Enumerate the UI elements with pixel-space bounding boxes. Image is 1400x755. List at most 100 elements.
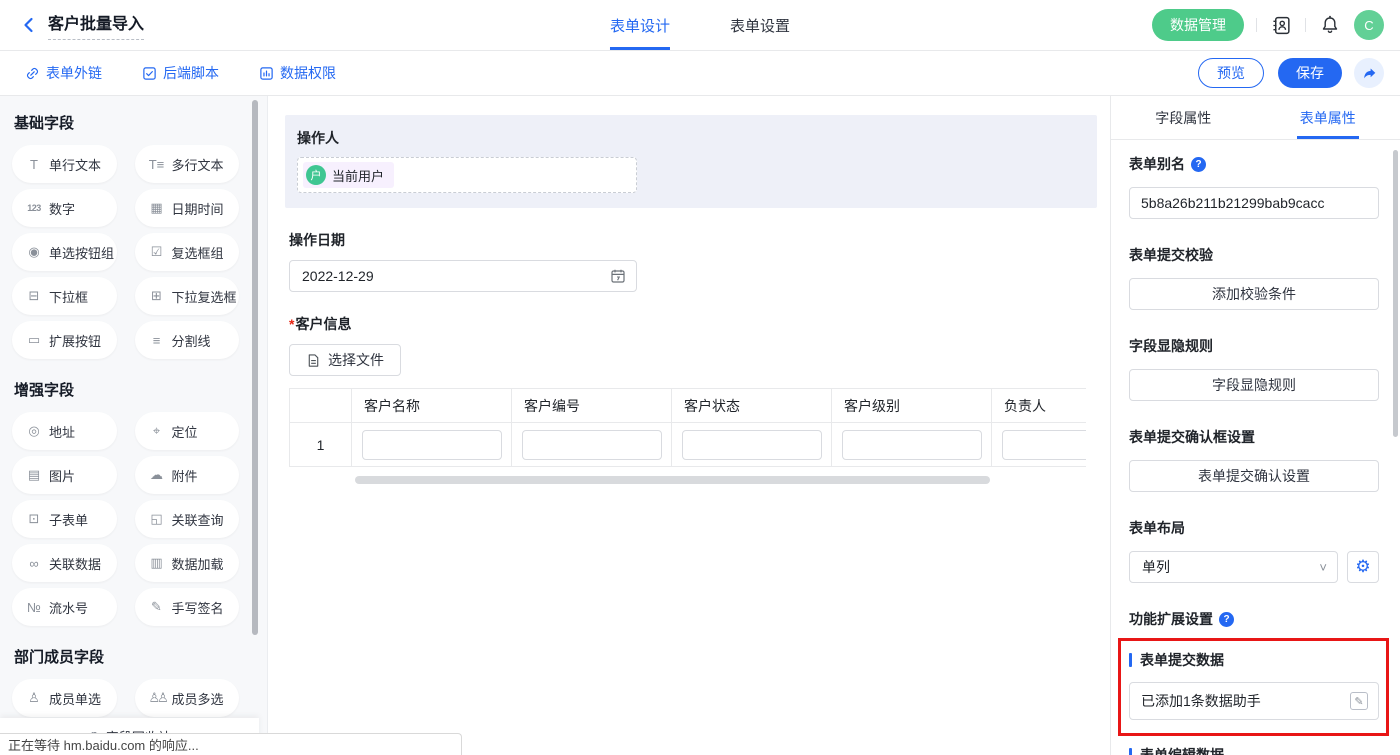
row-number: 1 [290, 423, 352, 467]
current-user-chip[interactable]: 户 当前用户 [303, 162, 394, 188]
sidebar-field-serial-number[interactable]: № 流水号 [12, 588, 117, 626]
layout-select[interactable]: 单列 ˅ [1129, 551, 1338, 583]
form-field-customer-info[interactable]: *客户信息 选择文件 客户名称 客户编号 客户状态 客户级别 [289, 314, 1097, 484]
sidebar-field-address[interactable]: ◎ 地址 [12, 412, 117, 450]
location-icon: ⌖ [149, 423, 165, 439]
multi-text-icon: T≡ [149, 157, 165, 172]
edit-icon[interactable]: ✎ [1350, 692, 1368, 710]
tab-form-settings[interactable]: 表单设置 [730, 0, 790, 50]
cell-input-customer-status[interactable] [682, 430, 822, 460]
table-horizontal-scrollbar[interactable] [355, 476, 990, 484]
section-accent-bar [1129, 748, 1132, 755]
submit-confirm-button[interactable]: 表单提交确认设置 [1129, 460, 1379, 492]
number-icon: 123 [26, 203, 42, 213]
sidebar-field-select[interactable]: ⊟ 下拉框 [12, 277, 117, 315]
sidebar-field-multi-select[interactable]: ⊞ 下拉复选框 [135, 277, 240, 315]
operator-value-box[interactable]: 户 当前用户 [297, 157, 637, 193]
select-icon: ⊟ [26, 288, 42, 304]
section-title-basic-fields: 基础字段 [14, 112, 267, 133]
sidebar-field-checkbox-group[interactable]: ☑ 复选框组 [135, 233, 240, 271]
tab-form-design[interactable]: 表单设计 [610, 0, 670, 50]
col-customer-code: 客户编号 [512, 389, 672, 423]
cell-input-owner[interactable] [1002, 430, 1086, 460]
sidebar-field-divider[interactable]: ≡ 分割线 [135, 321, 240, 359]
serial-number-icon: № [26, 600, 42, 615]
share-button[interactable] [1354, 58, 1384, 88]
data-permission-link-label: 数据权限 [280, 63, 336, 83]
date-input[interactable]: 2022-12-29 [289, 260, 637, 292]
tab-field-properties[interactable]: 字段属性 [1111, 96, 1256, 139]
form-layout-label: 表单布局 [1129, 518, 1185, 538]
sidebar-field-subform[interactable]: ⊡ 子表单 [12, 500, 117, 538]
sidebar-field-related-query[interactable]: ◱ 关联查询 [135, 500, 240, 538]
form-field-operate-date[interactable]: 操作日期 2022-12-29 [289, 230, 1097, 292]
form-external-link-label: 表单外链 [46, 63, 102, 83]
submit-data-setting[interactable]: 已添加1条数据助手 ✎ [1129, 682, 1379, 720]
cell-input-customer-level[interactable] [842, 430, 982, 460]
field-label: 图片 [49, 466, 75, 485]
form-alias-input[interactable] [1129, 187, 1379, 219]
contact-book-icon[interactable] [1269, 13, 1293, 37]
data-manage-button[interactable]: 数据管理 [1152, 9, 1244, 41]
related-data-icon: ∞ [26, 556, 42, 571]
file-icon [306, 353, 321, 368]
chevron-left-icon [20, 16, 38, 34]
add-check-condition-button[interactable]: 添加校验条件 [1129, 278, 1379, 310]
help-icon[interactable]: ? [1219, 612, 1234, 627]
preview-button[interactable]: 预览 [1198, 58, 1264, 88]
sidebar-field-multi-text[interactable]: T≡ 多行文本 [135, 145, 240, 183]
data-load-icon: ▥ [149, 555, 165, 571]
sidebar-field-member-single[interactable]: ♙ 成员单选 [12, 679, 117, 717]
sidebar-field-related-data[interactable]: ∞ 关联数据 [12, 544, 117, 582]
form-external-link[interactable]: 表单外链 [25, 63, 102, 83]
field-label: 定位 [172, 422, 198, 441]
col-customer-name: 客户名称 [352, 389, 512, 423]
field-label: 关联查询 [172, 510, 224, 529]
choose-file-button[interactable]: 选择文件 [289, 344, 401, 376]
sidebar-field-number[interactable]: 123 数字 [12, 189, 117, 227]
field-label: 下拉复选框 [172, 287, 237, 306]
col-customer-level: 客户级别 [832, 389, 992, 423]
data-permission-link[interactable]: 数据权限 [259, 63, 336, 83]
backend-script-link[interactable]: 后端脚本 [142, 63, 219, 83]
sidebar-field-image[interactable]: ▤ 图片 [12, 456, 117, 494]
page-title[interactable]: 客户批量导入 [48, 10, 144, 40]
field-label: 单选按钮组 [49, 243, 114, 262]
signature-icon: ✎ [149, 599, 165, 615]
bell-icon[interactable] [1318, 13, 1342, 37]
sidebar-field-extend-button[interactable]: ▭ 扩展按钮 [12, 321, 117, 359]
annotation-highlight-box: 表单提交数据 已添加1条数据助手 ✎ [1118, 638, 1389, 736]
visibility-rules-button[interactable]: 字段显隐规则 [1129, 369, 1379, 401]
subform-icon: ⊡ [26, 511, 42, 527]
field-label: 附件 [172, 466, 198, 485]
member-single-icon: ♙ [26, 690, 42, 706]
form-field-operator[interactable]: 操作人 户 当前用户 [285, 115, 1097, 208]
field-label: 地址 [49, 422, 75, 441]
panel-scrollbar[interactable] [1393, 150, 1398, 437]
help-icon[interactable]: ? [1191, 157, 1206, 172]
field-label: 扩展按钮 [49, 331, 101, 350]
tab-form-design-label: 表单设计 [610, 15, 670, 36]
col-customer-status: 客户状态 [672, 389, 832, 423]
submit-data-label: 表单提交数据 [1140, 650, 1224, 670]
layout-settings-button[interactable]: ⚙ [1347, 551, 1379, 583]
save-button[interactable]: 保存 [1278, 58, 1342, 88]
image-icon: ▤ [26, 467, 42, 483]
sidebar-field-datetime[interactable]: ▦ 日期时间 [135, 189, 240, 227]
sidebar-field-data-load[interactable]: ▥ 数据加载 [135, 544, 240, 582]
tab-form-properties[interactable]: 表单属性 [1256, 96, 1400, 139]
sidebar-field-location[interactable]: ⌖ 定位 [135, 412, 240, 450]
sidebar-field-radio-group[interactable]: ◉ 单选按钮组 [12, 233, 117, 271]
sidebar-field-single-text[interactable]: T 单行文本 [12, 145, 117, 183]
sidebar-scrollbar[interactable] [252, 100, 258, 635]
field-label: 子表单 [49, 510, 88, 529]
user-avatar[interactable]: C [1354, 10, 1384, 40]
sidebar-field-attachment[interactable]: ☁ 附件 [135, 456, 240, 494]
cell-input-customer-code[interactable] [522, 430, 662, 460]
sidebar-field-signature[interactable]: ✎ 手写签名 [135, 588, 240, 626]
related-query-icon: ◱ [149, 511, 165, 527]
cell-input-customer-name[interactable] [362, 430, 502, 460]
back-button[interactable] [20, 16, 38, 34]
current-user-avatar-icon: 户 [306, 165, 326, 185]
sidebar-field-member-multi[interactable]: ♙♙ 成员多选 [135, 679, 240, 717]
